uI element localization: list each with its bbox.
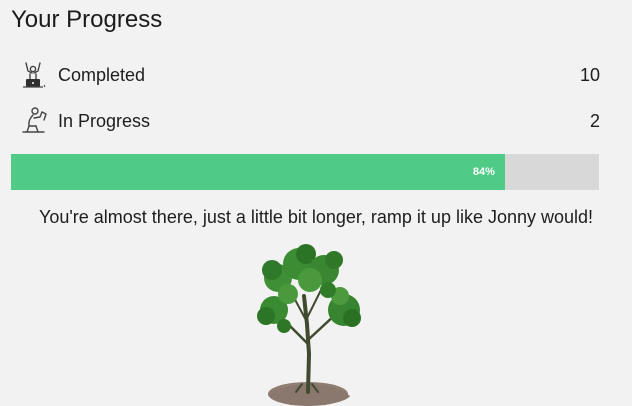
page-title: Your Progress [11,6,163,33]
completed-count: 10 [579,65,600,85]
celebrating-person-laptop-icon [23,62,46,88]
in-progress-count: 2 [589,111,600,131]
person-at-laptop-icon [22,107,47,133]
progress-bar: 84% [11,154,599,190]
encouragement-message: You're almost there, just a little bit l… [38,207,594,227]
progress-bar-fill: 84% [11,154,505,190]
in-progress-label: In Progress [58,111,151,131]
progress-panel: Your Progress Completed 10 In Progress 2… [0,0,632,406]
in-progress-stat-row: In Progress 2 [14,104,600,138]
completed-stat-row: Completed 10 [14,58,600,92]
progress-percent-label: 84% [472,166,495,178]
completed-label: Completed [58,65,146,85]
growing-tree-icon [257,244,361,406]
